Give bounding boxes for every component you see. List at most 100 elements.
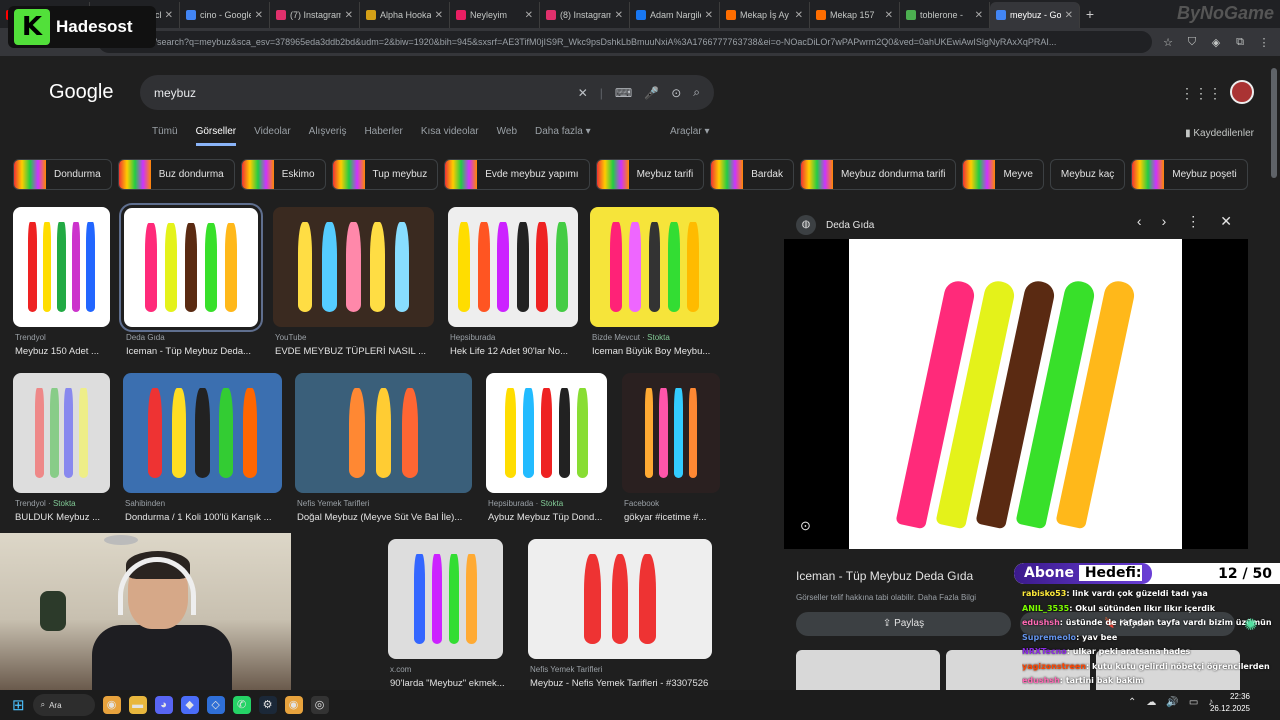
result-image[interactable] [123, 373, 282, 493]
app-icon[interactable]: ◆ [180, 696, 199, 714]
app2-icon[interactable]: ◇ [206, 696, 225, 714]
result-title[interactable]: BULDUK Meybuz ... [15, 512, 112, 523]
nav-tab[interactable]: Videolar [254, 126, 291, 146]
preview-image[interactable] [849, 239, 1182, 549]
result-source[interactable]: Trendyol · Stokta [15, 499, 76, 508]
cloud-icon[interactable]: ☁ [1146, 697, 1156, 708]
next-icon[interactable]: › [1162, 213, 1167, 230]
browser-tab[interactable]: Mekap 157 ✕ [810, 2, 900, 28]
result-title[interactable]: Doğal Meybuz (Meyve Süt Ve Bal İle)... [297, 512, 474, 523]
close-tab-icon[interactable]: ✕ [345, 10, 353, 21]
search-icon[interactable]: ⌕ [693, 85, 700, 100]
new-tab-button[interactable]: + [1080, 2, 1100, 28]
related-thumb[interactable] [796, 650, 940, 690]
menu-icon[interactable]: ⋮ [1256, 36, 1272, 49]
more-icon[interactable]: ⋮ [1186, 213, 1200, 230]
related-search-chip[interactable]: Bardak [710, 159, 794, 190]
result-source[interactable]: YouTube [275, 333, 306, 342]
browser-tab[interactable]: (8) Instagram ✕ [540, 2, 630, 28]
close-tab-icon[interactable]: ✕ [435, 10, 443, 21]
related-search-chip[interactable]: Dondurma [13, 159, 112, 190]
search-input[interactable]: meybuz [154, 86, 566, 100]
related-search-chip[interactable]: Meybuz dondurma tarifi [799, 159, 957, 190]
close-tab-icon[interactable]: ✕ [165, 10, 173, 21]
chevron-up-icon[interactable]: ⌃ [1128, 697, 1136, 708]
result-source[interactable]: Nefis Yemek Tarifleri [297, 499, 369, 508]
browser-tab[interactable]: Adam Nargile ✕ [630, 2, 720, 28]
chrome2-icon[interactable]: ◉ [284, 696, 303, 714]
nav-tab[interactable]: Kısa videolar [421, 126, 479, 146]
result-title[interactable]: Iceman - Tüp Meybuz Deda... [126, 346, 260, 357]
nav-tab[interactable]: Daha fazla ▾ [535, 126, 591, 146]
result-source[interactable]: Trendyol [15, 333, 46, 342]
browser-tab[interactable]: toblerone - ✕ [900, 2, 990, 28]
search-box[interactable]: meybuz ✕ | ⌨ 🎤 ⊙ ⌕ [140, 75, 714, 110]
share-button[interactable]: ⇪ Paylaş [796, 612, 1011, 636]
obs-icon[interactable]: ◎ [310, 696, 329, 714]
browser-tab[interactable]: cino - Google ✕ [180, 2, 270, 28]
browser-tab[interactable]: meybuz - Go ✕ [990, 2, 1080, 28]
result-source[interactable]: Facebook [624, 499, 659, 508]
close-tab-icon[interactable]: ✕ [615, 10, 623, 21]
chrome-icon[interactable]: ◉ [102, 696, 121, 714]
prev-icon[interactable]: ‹ [1137, 213, 1142, 230]
result-image[interactable] [295, 373, 472, 493]
result-title[interactable]: EVDE MEYBUZ TÜPLERİ NASIL ... [275, 346, 436, 357]
browser-tab[interactable]: Alpha Hookah ✕ [360, 2, 450, 28]
browser-tab[interactable]: Neyleyim ✕ [450, 2, 540, 28]
close-tab-icon[interactable]: ✕ [795, 10, 803, 21]
result-title[interactable]: 90'larda "Meybuz" ekmek... [390, 678, 505, 689]
avatar[interactable] [1230, 80, 1254, 104]
discord-icon[interactable]: ◕ [154, 696, 173, 714]
folder-icon[interactable]: ▬ [128, 696, 147, 714]
related-search-chip[interactable]: Buz dondurma [117, 159, 235, 190]
result-title[interactable]: Aybuz Meybuz Tüp Dond... [488, 512, 609, 523]
browser-tab[interactable]: (7) Instagram ✕ [270, 2, 360, 28]
result-image[interactable] [622, 373, 720, 493]
result-source[interactable]: Nefis Yemek Tarifleri [530, 665, 602, 674]
related-search-chip[interactable]: Tup meybuz [331, 159, 439, 190]
result-title[interactable]: Iceman Büyük Boy Meybu... [592, 346, 721, 357]
result-image[interactable] [273, 207, 434, 327]
nav-tab[interactable]: Alışveriş [309, 126, 347, 146]
tools-button[interactable]: Araçlar ▾ [670, 126, 709, 137]
result-title[interactable]: Meybuz - Nefis Yemek Tarifleri - #330752… [530, 678, 714, 689]
result-source[interactable]: Hepsiburada [450, 333, 495, 342]
puzzle-icon[interactable]: ⧉ [1232, 36, 1248, 49]
result-title[interactable]: Dondurma / 1 Koli 100'lü Karışık ... [125, 512, 284, 523]
system-clock[interactable]: 22:36 26.12.2025 [1210, 691, 1250, 715]
related-search-chip[interactable]: Meybuz poşeti [1131, 159, 1248, 190]
saved-button[interactable]: ▮ Kaydedilenler [1185, 128, 1254, 139]
close-tab-icon[interactable]: ✕ [885, 10, 893, 21]
close-icon[interactable]: ✕ [1220, 213, 1232, 230]
close-tab-icon[interactable]: ✕ [525, 10, 533, 21]
browser-tab[interactable]: Mekap İş Ay ✕ [720, 2, 810, 28]
related-search-chip[interactable]: Meybuz kaç [1049, 159, 1126, 190]
related-search-chip[interactable]: Eskimo [240, 159, 326, 190]
result-source[interactable]: Hepsiburada · Stokta [488, 499, 563, 508]
google-logo[interactable]: Google [49, 81, 114, 104]
result-image[interactable] [486, 373, 607, 493]
apps-grid-icon[interactable]: ⋮⋮⋮ [1180, 85, 1222, 102]
network-icon[interactable]: ▭ [1189, 697, 1198, 708]
related-search-chip[interactable]: Meybuz tarifi [595, 159, 705, 190]
nav-tab[interactable]: Görseller [195, 126, 237, 146]
volume-icon[interactable]: 🔊 [1166, 697, 1178, 708]
taskbar-search[interactable]: ⌕ Ara [32, 694, 95, 716]
close-tab-icon[interactable]: ✕ [975, 10, 983, 21]
scrollbar-thumb[interactable] [1271, 68, 1277, 178]
clear-icon[interactable]: ✕ [578, 86, 588, 100]
windows-start-icon[interactable]: ⊞ [12, 696, 25, 714]
microphone-icon[interactable]: 🎤 [644, 86, 659, 100]
keyboard-icon[interactable]: ⌨ [615, 86, 632, 100]
result-source[interactable]: Deda Gıda [126, 333, 165, 342]
nav-tab[interactable]: Tümü [152, 126, 178, 146]
result-title[interactable]: Meybuz 150 Adet ... [15, 346, 112, 357]
url-field[interactable]: google.com/search?q=meybuz&sca_esv=37896… [98, 31, 1152, 53]
result-image[interactable] [528, 539, 712, 659]
result-source[interactable]: x.com [390, 665, 411, 674]
result-source[interactable]: Sahibinden [125, 499, 165, 508]
shield-icon[interactable]: ⛉ [1184, 36, 1200, 49]
related-search-chip[interactable]: Meyve [962, 159, 1044, 190]
nav-tab[interactable]: Haberler [364, 126, 402, 146]
